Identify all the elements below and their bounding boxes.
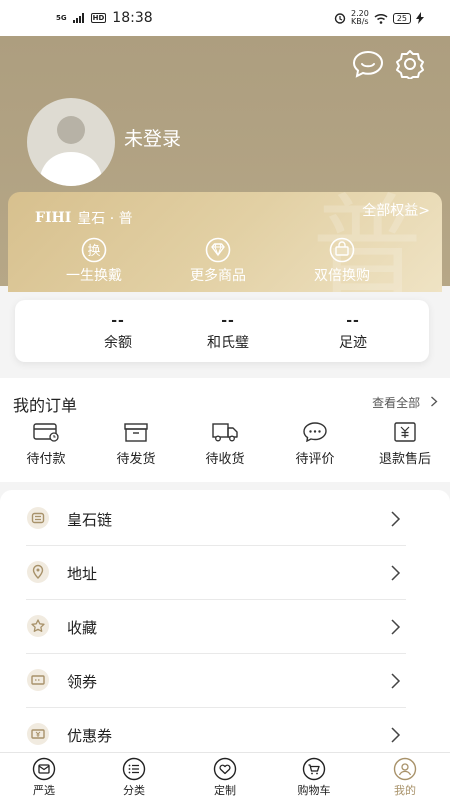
location-icon: [27, 561, 49, 583]
brand-logo: FIHI: [35, 210, 72, 226]
order-label: 待付款: [26, 452, 66, 467]
benefit-label: 双倍换购: [314, 268, 370, 284]
menu-label: 优惠券: [67, 727, 113, 745]
menu-label: 收藏: [67, 619, 98, 637]
comment-icon: [303, 422, 327, 442]
benefit-double-exchange[interactable]: 双倍换购: [292, 237, 392, 285]
tab-selection[interactable]: 严选: [14, 757, 74, 798]
network-indicator: 5G: [56, 14, 67, 22]
order-label: 待收货: [205, 452, 245, 467]
star-icon: [27, 615, 49, 637]
stat-footprint[interactable]: -- 足迹: [303, 314, 403, 352]
coupon-icon: [27, 669, 49, 691]
stat-value: --: [346, 313, 360, 329]
menu-item-favorites[interactable]: 收藏: [26, 600, 406, 654]
tab-label: 购物车: [297, 784, 331, 797]
member-card[interactable]: 普 FIHI 皇石 · 普 全部权益> 换 一生换戴 更多商品 双倍换购: [8, 192, 442, 292]
charging-icon: [416, 12, 424, 24]
chevron-right-icon: [391, 619, 401, 635]
tab-label: 分类: [123, 784, 145, 797]
exchange-icon: 换: [81, 237, 107, 263]
chain-icon: [27, 507, 49, 529]
wallet-icon: [33, 423, 59, 442]
avatar[interactable]: [27, 98, 115, 186]
tab-categories[interactable]: 分类: [104, 757, 164, 798]
tab-label: 我的: [394, 784, 416, 797]
stat-value: --: [111, 313, 125, 329]
account-stats: -- 余额 -- 和氏璧 -- 足迹: [15, 300, 429, 362]
order-label: 待评价: [295, 452, 335, 467]
stat-label: 余额: [104, 335, 132, 351]
double-exchange-icon: [329, 237, 355, 263]
tab-label: 定制: [214, 784, 236, 797]
order-refund-after-sales[interactable]: 退款售后: [365, 422, 445, 467]
chevron-right-icon: [391, 511, 401, 527]
menu-label: 地址: [67, 565, 98, 583]
alarm-icon: [334, 13, 346, 24]
diamond-icon: [205, 237, 231, 263]
status-bar: 5G HD 18:38 2.20 KB/s 25: [0, 0, 450, 36]
order-label: 退款售后: [378, 452, 431, 467]
hd-badge: HD: [90, 13, 107, 23]
menu-label: 皇石链: [67, 511, 113, 529]
list-icon: [122, 757, 146, 781]
tab-cart[interactable]: 购物车: [284, 757, 344, 798]
tab-mine[interactable]: 我的: [375, 757, 435, 798]
stat-label: 和氏璧: [207, 335, 249, 351]
truck-icon: [212, 423, 238, 442]
menu-label: 领券: [67, 673, 98, 691]
cart-icon: [302, 757, 326, 781]
order-label: 待发货: [116, 452, 156, 467]
stat-value: --: [221, 313, 235, 329]
orders-title: 我的订单: [13, 396, 78, 415]
chevron-right-icon: [391, 727, 401, 743]
order-pending-receipt[interactable]: 待收货: [185, 422, 265, 467]
mail-icon: [32, 757, 56, 781]
chevron-right-icon: [391, 673, 401, 689]
stat-label: 足迹: [339, 335, 367, 351]
wifi-icon: [374, 13, 388, 24]
user-icon: [393, 757, 417, 781]
service-menu: 皇石链 地址 收藏 领券 优惠券: [0, 490, 450, 752]
stat-heshibi[interactable]: -- 和氏璧: [178, 314, 278, 352]
refund-icon: [394, 422, 416, 442]
all-benefits-link[interactable]: 全部权益>: [362, 200, 430, 220]
menu-item-vouchers[interactable]: 优惠券: [26, 708, 406, 752]
menu-item-chain[interactable]: 皇石链: [26, 492, 406, 546]
membership-level: 皇石 · 普: [77, 211, 133, 227]
stat-balance[interactable]: -- 余额: [68, 314, 168, 352]
view-all-orders-link[interactable]: 查看全部: [372, 394, 438, 411]
box-icon: [124, 423, 148, 442]
signal-icon: [72, 13, 84, 23]
bottom-tab-bar: 严选 分类 定制 购物车 我的: [0, 752, 450, 800]
default-avatar-icon: [39, 116, 103, 186]
view-all-label: 查看全部: [372, 396, 421, 410]
svg-text:换: 换: [87, 244, 100, 259]
order-pending-shipment[interactable]: 待发货: [96, 422, 176, 467]
chevron-right-icon: [391, 565, 401, 581]
chevron-right-icon: [431, 396, 438, 407]
gear-icon[interactable]: [394, 49, 426, 79]
benefit-label: 一生换戴: [66, 268, 122, 284]
tab-custom[interactable]: 定制: [195, 757, 255, 798]
tab-label: 严选: [33, 784, 55, 797]
battery-indicator: 25: [392, 12, 411, 24]
voucher-icon: [27, 723, 49, 745]
menu-item-claim-coupon[interactable]: 领券: [26, 654, 406, 708]
heart-icon: [213, 757, 237, 781]
status-time: 18:38: [112, 10, 153, 26]
network-speed: 2.20 KB/s: [351, 9, 369, 26]
order-pending-review[interactable]: 待评价: [275, 422, 355, 467]
benefit-more-products[interactable]: 更多商品: [168, 237, 268, 285]
my-orders-section: 我的订单 查看全部 待付款 待发货 待收货 待评价 退款售后: [0, 378, 450, 482]
message-icon[interactable]: [352, 50, 384, 78]
card-brand: FIHI 皇石 · 普: [35, 208, 133, 228]
benefit-lifetime-exchange[interactable]: 换 一生换戴: [44, 237, 144, 285]
menu-item-address[interactable]: 地址: [26, 546, 406, 600]
login-prompt[interactable]: 未登录: [124, 124, 181, 151]
benefit-label: 更多商品: [190, 268, 246, 284]
order-pending-payment[interactable]: 待付款: [6, 422, 86, 467]
